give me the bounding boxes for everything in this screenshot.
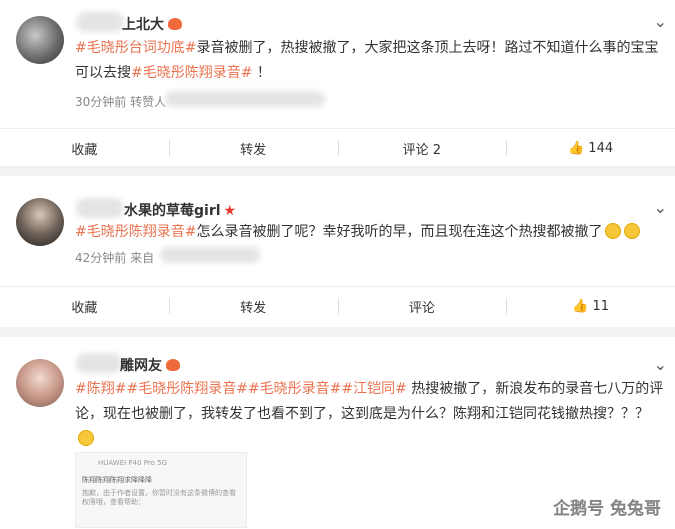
name-blur — [76, 198, 124, 218]
like-button[interactable]: 👍 11 — [506, 287, 675, 325]
embedded-line: 陈翔陈翔陈翔求降降降 — [82, 476, 152, 484]
user-name[interactable]: 水果的草莓girl ★ — [124, 200, 236, 220]
post-1: 上北大 ⌄ #毛晓彤台词功底#录音被删了，热搜被撤了，大家把这条顶上去呀！路过不… — [0, 0, 675, 163]
meta-blur — [165, 91, 325, 107]
chevron-down-icon[interactable]: ⌄ — [654, 12, 667, 31]
watermark: 企鹅号 兔兔哥 — [553, 499, 661, 519]
comment-button[interactable]: 评论 — [337, 287, 507, 325]
favorite-button[interactable]: 收藏 — [0, 129, 169, 167]
post-2: 水果的草莓girl ★ ⌄ #毛晓彤陈翔录音#怎么录音被删了呢？幸好我听的早，而且… — [0, 176, 675, 328]
post-text: #毛晓彤台词功底#录音被删了，热搜被撤了，大家把这条顶上去呀！路过不知道什么事的… — [75, 40, 659, 81]
user-name[interactable]: 雕网友 — [120, 355, 180, 375]
name-blur — [76, 12, 124, 32]
hashtag-link[interactable]: #毛晓彤陈翔录音# — [131, 65, 252, 81]
embedded-line: 抱歉，由于作者设置，你暂时没有这条微博的查看权限哦，查看帮助： — [82, 489, 236, 506]
meta-blur — [160, 247, 260, 263]
avatar[interactable] — [16, 16, 64, 64]
post-separator — [0, 166, 675, 176]
embedded-screenshot[interactable]: HUAWEI P40 Pro 5G 陈翔陈翔陈翔求降降降 抱歉，由于作者设置，你… — [75, 452, 247, 528]
user-name[interactable]: 上北大 — [122, 14, 182, 34]
avatar[interactable] — [16, 359, 64, 407]
star-icon: ★ — [223, 203, 237, 219]
like-button[interactable]: 👍 144 — [506, 129, 675, 167]
post-text: #陈翔##毛晓彤陈翔录音##毛晓彤录音##江铠同# 热搜被撤了，新浪发布的录音七… — [75, 377, 665, 452]
chevron-down-icon[interactable]: ⌄ — [654, 198, 667, 217]
action-bar: 收藏 转发 评论 👍 11 — [0, 286, 675, 325]
thumbs-up-icon: 👍 — [572, 298, 589, 314]
repost-button[interactable]: 转发 — [168, 129, 338, 167]
chevron-down-icon[interactable]: ⌄ — [654, 355, 667, 374]
crown-icon — [168, 18, 182, 30]
action-bar: 收藏 转发 评论 2 👍 144 — [0, 128, 675, 167]
hashtag-link[interactable]: #毛晓彤陈翔录音# — [75, 224, 196, 240]
thumbs-up-icon: 👍 — [568, 140, 585, 156]
comment-button[interactable]: 评论 2 — [337, 129, 507, 167]
favorite-button[interactable]: 收藏 — [0, 287, 169, 325]
post-text: #毛晓彤陈翔录音#怎么录音被删了呢？幸好我听的早，而且现在连这个热搜都被撤了 — [75, 220, 665, 245]
emoji-icon — [605, 223, 622, 239]
name-blur — [76, 353, 122, 373]
emoji-icon — [624, 223, 641, 239]
avatar[interactable] — [16, 198, 64, 246]
hashtag-link[interactable]: #毛晓彤台词功底# — [75, 40, 196, 56]
hashtag-link[interactable]: #陈翔##毛晓彤陈翔录音##毛晓彤录音##江铠同# — [75, 381, 407, 397]
embedded-line: HUAWEI P40 Pro 5G — [98, 459, 167, 467]
post-separator — [0, 327, 675, 337]
post-meta: 42分钟前 来自 — [75, 251, 155, 265]
post-meta: 30分钟前 转赞人 — [75, 95, 167, 109]
crown-icon — [166, 359, 180, 371]
repost-button[interactable]: 转发 — [168, 287, 338, 325]
emoji-icon — [78, 430, 94, 446]
